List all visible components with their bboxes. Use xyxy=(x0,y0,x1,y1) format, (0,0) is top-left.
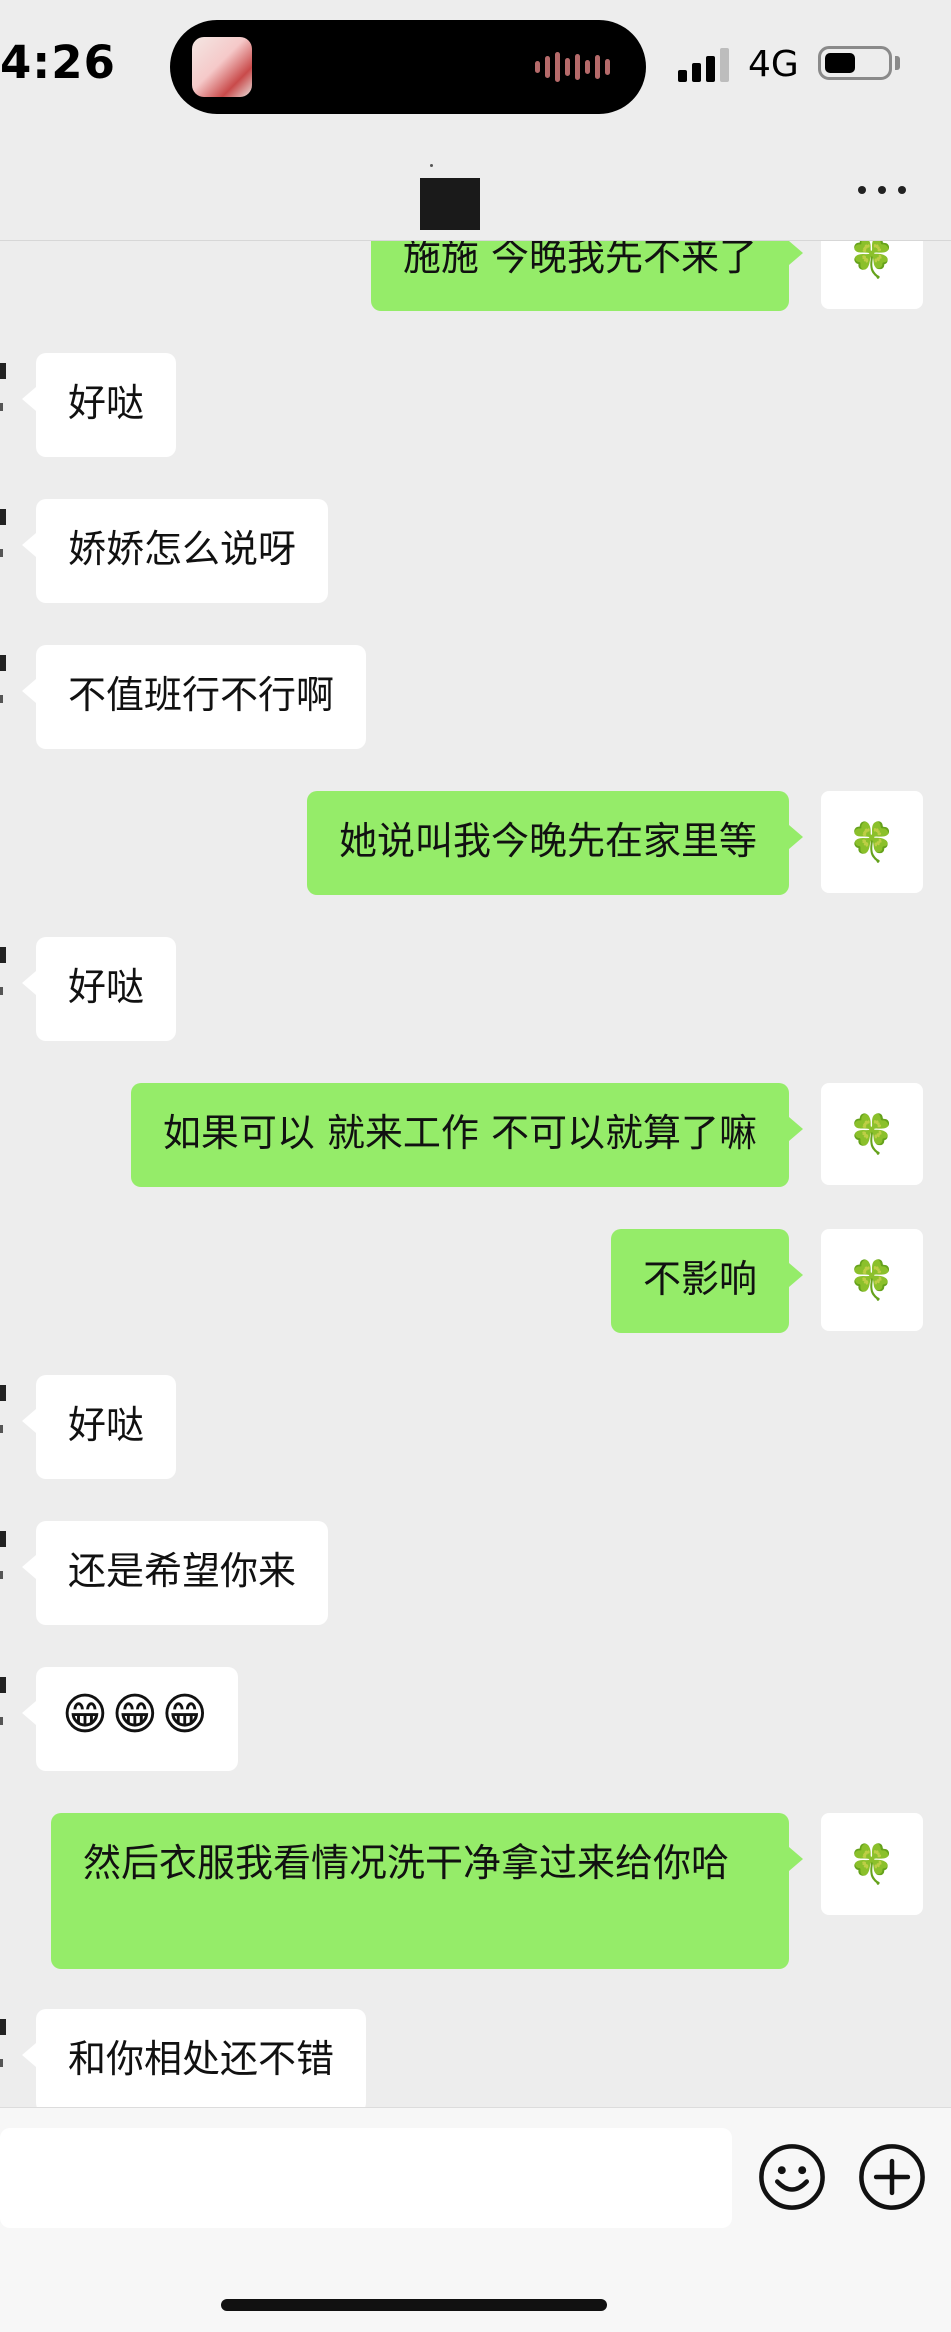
outgoing-bubble[interactable]: 然后衣服我看情况洗干净拿过来给你哈 xyxy=(51,1813,803,1969)
outgoing-bubble[interactable]: 不影响 xyxy=(610,1229,804,1333)
header-dot xyxy=(430,164,433,167)
contact-avatar[interactable] xyxy=(0,1677,8,1761)
input-bar xyxy=(0,2107,951,2332)
contact-avatar[interactable] xyxy=(0,1385,8,1469)
incoming-bubble[interactable]: 好哒 xyxy=(21,937,177,1041)
status-bar: 4:26 4G xyxy=(0,0,951,140)
contact-avatar[interactable] xyxy=(0,947,8,1031)
clover-avatar[interactable]: 🍀 xyxy=(821,1229,923,1331)
incoming-bubble[interactable]: 不值班行不行啊 xyxy=(21,645,367,749)
message-input[interactable] xyxy=(0,2128,732,2228)
more-icon[interactable] xyxy=(858,178,906,202)
clover-avatar[interactable]: 🍀 xyxy=(821,1813,923,1915)
smile-icon[interactable] xyxy=(758,2143,826,2211)
status-time: 4:26 xyxy=(0,36,116,89)
incoming-bubble[interactable]: 还是希望你来 xyxy=(21,1521,329,1625)
incoming-bubble[interactable]: 好哒 xyxy=(21,353,177,457)
network-type: 4G xyxy=(748,44,799,85)
outgoing-bubble[interactable]: 施施 今晚我先不来了 xyxy=(370,241,804,311)
contact-avatar[interactable] xyxy=(0,363,8,447)
dynamic-island[interactable] xyxy=(170,20,646,114)
battery-icon xyxy=(818,46,892,80)
incoming-bubble[interactable]: 和你相处还不错 xyxy=(21,2009,367,2107)
outgoing-bubble[interactable]: 如果可以 就来工作 不可以就算了嘛 xyxy=(130,1083,804,1187)
redacted-contact-name xyxy=(420,178,480,230)
clover-avatar[interactable]: 🍀 xyxy=(821,241,923,309)
grin-emoji: 😁 xyxy=(111,1689,158,1740)
battery-tip xyxy=(895,56,900,70)
message-list[interactable]: 施施 今晚我先不来了 🍀 好哒 娇娇怎么说呀 不值班行不行啊 她说叫我今晚先在家… xyxy=(0,241,951,2107)
contact-avatar[interactable] xyxy=(0,655,8,739)
home-indicator[interactable] xyxy=(221,2299,607,2311)
plus-icon[interactable] xyxy=(858,2143,926,2211)
incoming-emoji-bubble[interactable]: 😁😁😁 xyxy=(22,1667,238,1771)
now-playing-thumbnail xyxy=(192,37,252,97)
clover-avatar[interactable]: 🍀 xyxy=(821,791,923,893)
contact-avatar[interactable] xyxy=(0,509,8,593)
outgoing-bubble[interactable]: 她说叫我今晚先在家里等 xyxy=(306,791,804,895)
chat-header xyxy=(0,140,951,241)
contact-avatar[interactable] xyxy=(0,2019,8,2103)
audio-wave-icon xyxy=(535,52,610,82)
grin-emoji: 😁 xyxy=(62,1689,108,1740)
incoming-bubble[interactable]: 好哒 xyxy=(21,1375,177,1479)
signal-icon xyxy=(678,48,729,82)
grin-emoji: 😁 xyxy=(161,1689,208,1740)
incoming-bubble[interactable]: 娇娇怎么说呀 xyxy=(21,499,329,603)
clover-avatar[interactable]: 🍀 xyxy=(821,1083,923,1185)
contact-avatar[interactable] xyxy=(0,1531,8,1615)
